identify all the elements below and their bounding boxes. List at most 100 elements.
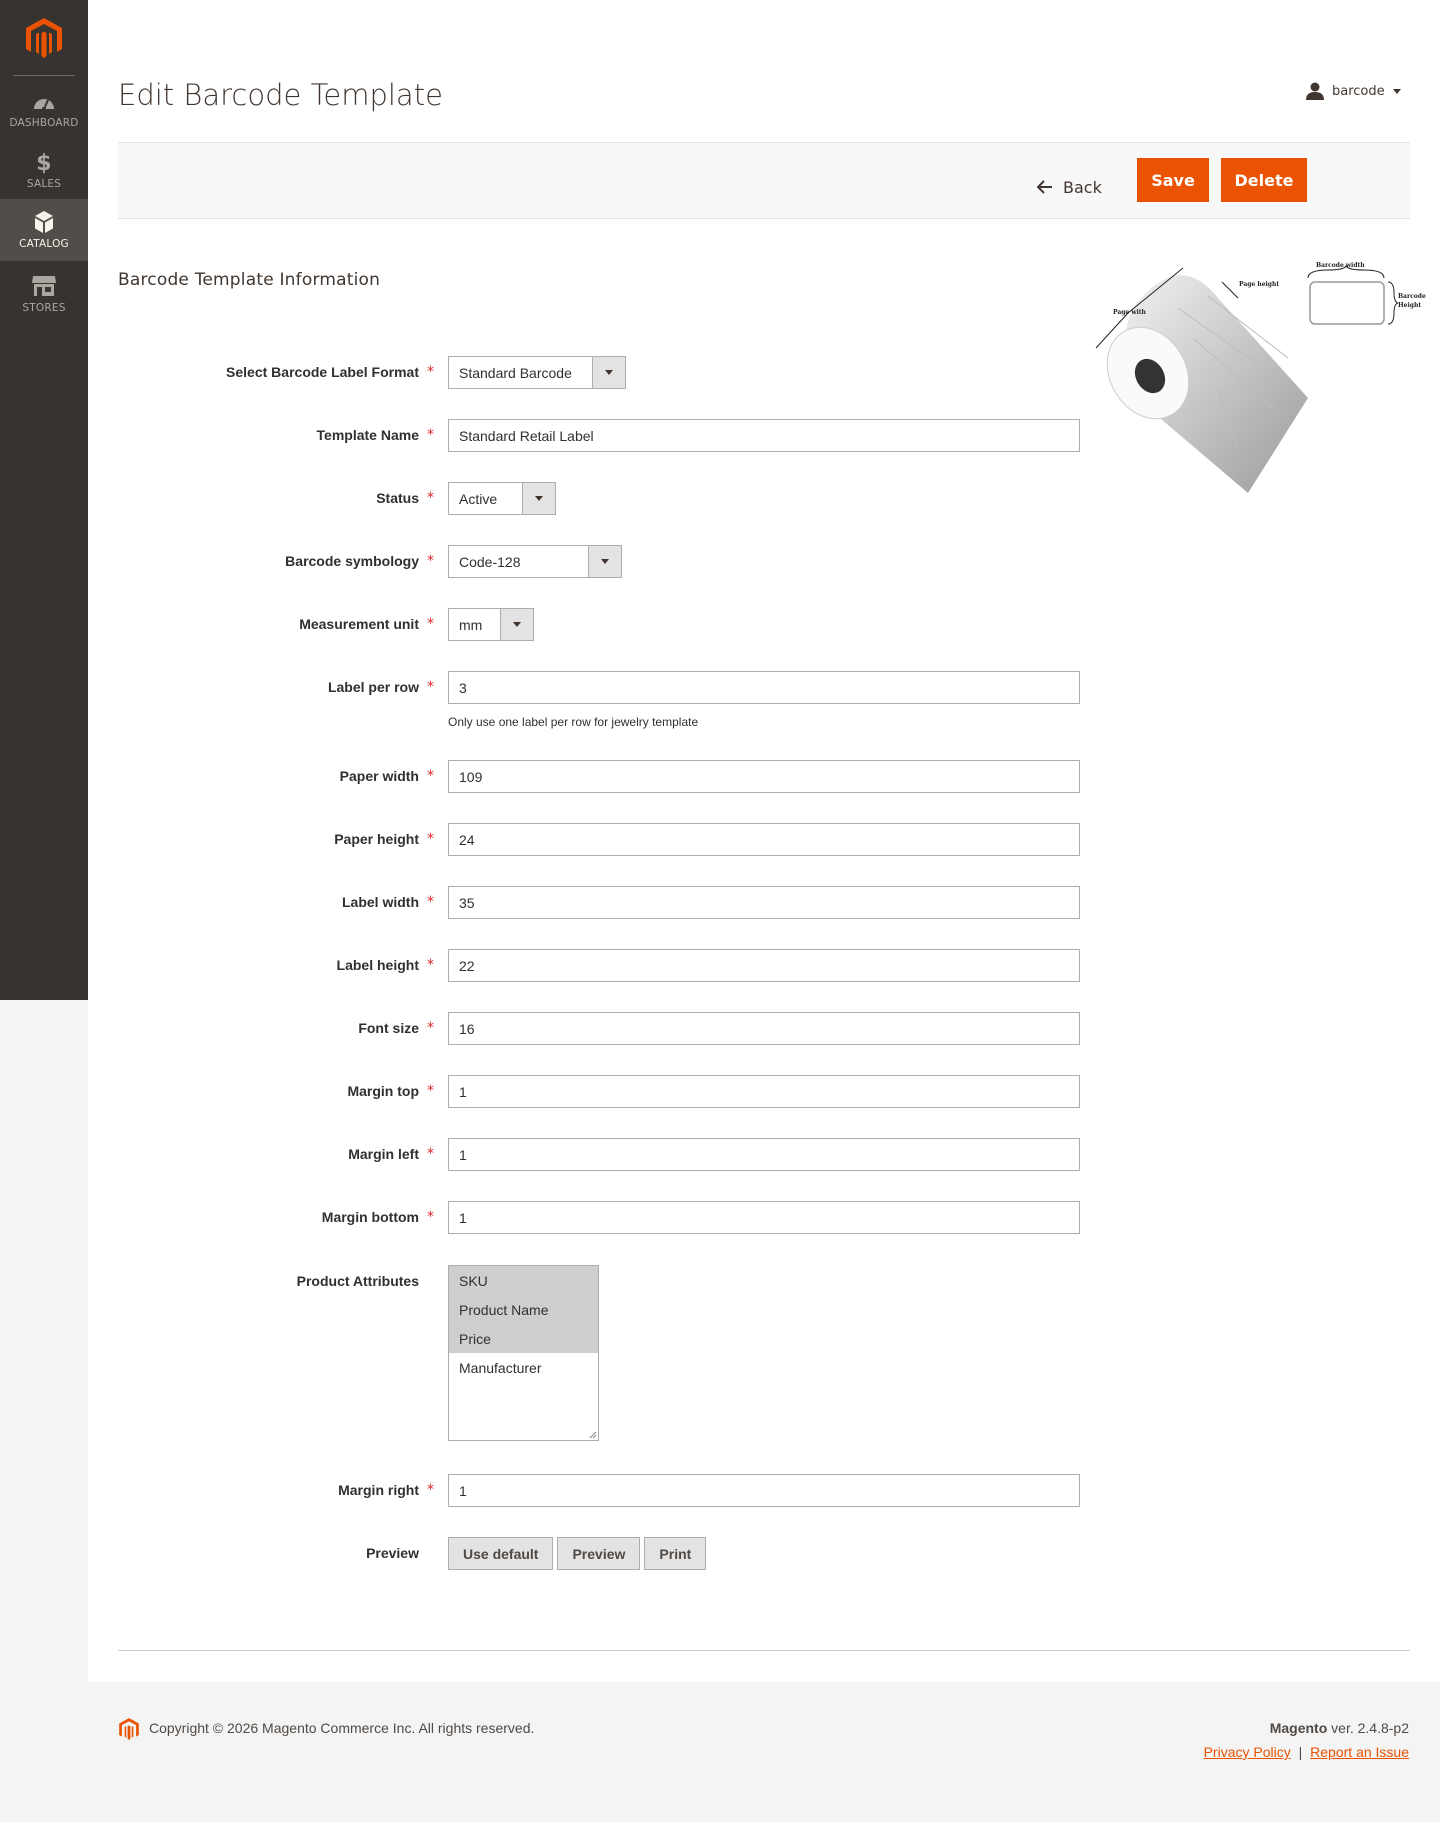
- symbology-value: Code-128: [459, 553, 521, 570]
- chevron-down-icon: [1392, 88, 1401, 94]
- version-info: Magento ver. 2.4.8-p2: [1270, 1720, 1409, 1736]
- product-attributes-multiselect[interactable]: SKU Product Name Price Manufacturer: [448, 1265, 599, 1441]
- chevron-down-icon: [500, 609, 533, 640]
- sidebar-item-label: CATALOG: [19, 238, 69, 250]
- sidebar-divider: [13, 75, 75, 76]
- chevron-down-icon: [588, 546, 621, 577]
- brand-name: Magento: [1269, 1720, 1328, 1736]
- template-name-input[interactable]: Standard Retail Label: [448, 419, 1080, 452]
- label-height-input[interactable]: 22: [448, 949, 1080, 982]
- required-mark: *: [427, 1482, 434, 1498]
- section-title: Barcode Template Information: [118, 270, 381, 290]
- template-name-label: Template Name: [316, 427, 419, 443]
- symbology-label: Barcode symbology: [285, 553, 419, 569]
- user-account-menu[interactable]: barcode: [1306, 82, 1401, 100]
- paper-width-label: Paper width: [339, 768, 419, 784]
- required-mark: *: [427, 1020, 434, 1036]
- paper-width-input[interactable]: 109: [448, 760, 1080, 793]
- attribute-option-product-name[interactable]: Product Name: [449, 1295, 598, 1324]
- status-value: Active: [459, 490, 498, 507]
- font-size-input[interactable]: 16: [448, 1012, 1080, 1045]
- label-width-label: Label width: [342, 894, 419, 910]
- margin-left-input[interactable]: 1: [448, 1138, 1080, 1171]
- unit-select[interactable]: mm: [448, 608, 534, 641]
- required-mark: *: [427, 894, 434, 910]
- label-format-select[interactable]: Standard Barcode: [448, 356, 626, 389]
- required-mark: *: [427, 1146, 434, 1162]
- label-format-value: Standard Barcode: [459, 364, 572, 381]
- attribute-option-manufacturer[interactable]: Manufacturer: [449, 1353, 598, 1382]
- back-button[interactable]: Back: [1037, 171, 1102, 203]
- margin-top-input[interactable]: 1: [448, 1075, 1080, 1108]
- preview-button-group: Use default Preview Print: [448, 1537, 710, 1570]
- required-mark: *: [427, 490, 434, 506]
- unit-label: Measurement unit: [299, 616, 419, 632]
- paper-height-input[interactable]: 24: [448, 823, 1080, 856]
- label-height-label: Label height: [336, 957, 419, 973]
- margin-right-label: Margin right: [338, 1482, 419, 1498]
- chevron-down-icon: [522, 483, 555, 514]
- label-per-row-label: Label per row: [327, 679, 419, 695]
- sidebar-item-label: STORES: [22, 302, 66, 314]
- sidebar-item-catalog[interactable]: CATALOG: [0, 199, 88, 261]
- print-button[interactable]: Print: [644, 1537, 707, 1570]
- symbology-select[interactable]: Code-128: [448, 545, 622, 578]
- version-text: ver. 2.4.8-p2: [1327, 1720, 1409, 1736]
- preview-label: Preview: [366, 1545, 419, 1561]
- required-mark: *: [427, 831, 434, 847]
- user-name: barcode: [1332, 83, 1385, 99]
- use-default-button[interactable]: Use default: [448, 1537, 554, 1570]
- required-mark: *: [427, 768, 434, 784]
- box-icon: [35, 211, 53, 233]
- sidebar-item-stores[interactable]: STORES: [0, 261, 88, 323]
- required-mark: *: [427, 427, 434, 443]
- back-button-label: Back: [1063, 177, 1102, 197]
- link-separator: |: [1298, 1744, 1303, 1760]
- attribute-option-price[interactable]: Price: [449, 1324, 598, 1353]
- resize-handle-icon[interactable]: [589, 1431, 597, 1439]
- label-per-row-input[interactable]: 3: [448, 671, 1080, 704]
- margin-top-label: Margin top: [347, 1083, 419, 1099]
- label-per-row-note: Only use one label per row for jewelry t…: [448, 715, 699, 729]
- delete-button[interactable]: Delete: [1221, 158, 1307, 202]
- page-width-label: Page with: [1113, 309, 1147, 316]
- privacy-policy-link[interactable]: Privacy Policy: [1204, 1744, 1291, 1760]
- attribute-option-sku[interactable]: SKU: [449, 1266, 598, 1295]
- report-issue-link[interactable]: Report an Issue: [1310, 1744, 1409, 1760]
- dashboard-icon: [34, 99, 54, 111]
- page-actions-bar: [118, 142, 1410, 219]
- barcode-width-label: Barcode width: [1316, 262, 1365, 269]
- required-mark: *: [427, 616, 434, 632]
- preview-button[interactable]: Preview: [557, 1537, 641, 1570]
- required-mark: *: [427, 1209, 434, 1225]
- content-divider: [118, 1650, 1410, 1651]
- arrow-left-icon: [1037, 180, 1052, 194]
- margin-right-input[interactable]: 1: [448, 1474, 1080, 1507]
- required-mark: *: [427, 679, 434, 695]
- label-roll-illustration: Page with Page height Barcode width Barc…: [1095, 262, 1426, 493]
- chevron-down-icon: [592, 357, 625, 388]
- font-size-label: Font size: [358, 1020, 419, 1036]
- footer-links: Privacy Policy | Report an Issue: [1204, 1744, 1409, 1760]
- admin-sidebar: DASHBOARD $ SALES CATALOG STORES: [0, 0, 88, 1000]
- paper-height-label: Paper height: [334, 831, 419, 847]
- label-width-input[interactable]: 35: [448, 886, 1080, 919]
- status-select[interactable]: Active: [448, 482, 556, 515]
- status-label: Status: [376, 490, 419, 506]
- svg-text:$: $: [36, 151, 52, 174]
- magento-logo-icon[interactable]: [24, 16, 64, 60]
- copyright-text: Copyright © 2026 Magento Commerce Inc. A…: [149, 1720, 535, 1736]
- user-icon: [1306, 82, 1324, 100]
- barcode-height-label-2: Height: [1398, 302, 1421, 309]
- sidebar-item-label: DASHBOARD: [9, 117, 79, 129]
- dollar-icon: $: [36, 151, 52, 174]
- save-button[interactable]: Save: [1137, 158, 1209, 202]
- barcode-height-label-1: Barcode: [1398, 293, 1426, 300]
- store-icon: [32, 276, 56, 296]
- required-mark: *: [427, 364, 434, 380]
- sidebar-item-dashboard[interactable]: DASHBOARD: [0, 88, 88, 150]
- label-format-label: Select Barcode Label Format: [226, 364, 419, 380]
- required-mark: *: [427, 553, 434, 569]
- required-mark: *: [427, 957, 434, 973]
- margin-bottom-input[interactable]: 1: [448, 1201, 1080, 1234]
